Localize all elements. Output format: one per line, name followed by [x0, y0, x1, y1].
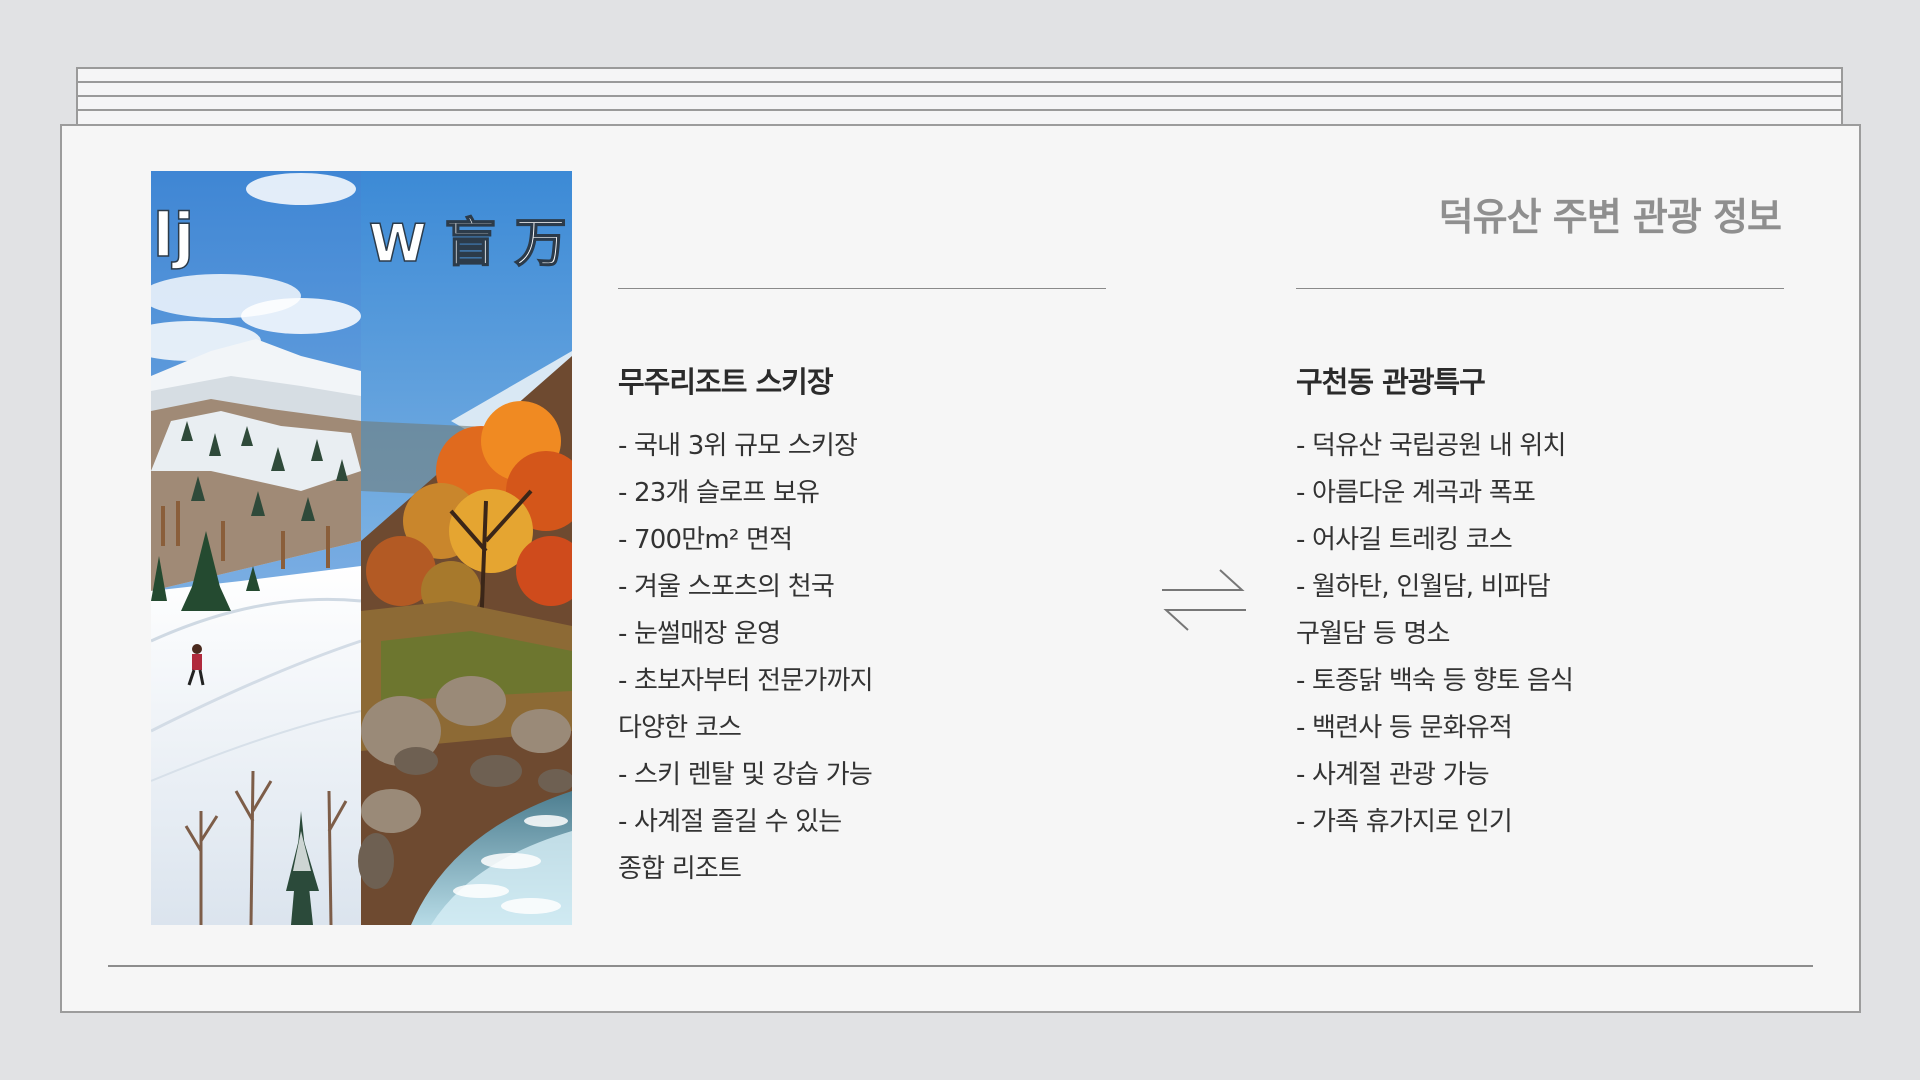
list-item: - 월하탄, 인월담, 비파담: [1296, 572, 1551, 602]
list-item: - 23개 슬로프 보유: [618, 478, 820, 508]
list-item: - 사계절 즐길 수 있는: [618, 807, 842, 837]
list-item: - 토종닭 백숙 등 향토 음식: [1296, 666, 1574, 696]
list-item: - 초보자부터 전문가까지: [618, 666, 874, 696]
list-item: - 스키 렌탈 및 강습 가능: [618, 760, 873, 790]
list-item: - 700만m² 면적: [618, 525, 793, 555]
left-section-list: - 국내 3위 규모 스키장 - 23개 슬로프 보유 - 700만m² 면적 …: [618, 423, 1106, 893]
scenery-photo: lj W 盲 万: [151, 171, 572, 925]
list-item: - 가족 휴가지로 인기: [1296, 807, 1513, 837]
list-item: - 겨울 스포츠의 천국: [618, 572, 835, 602]
list-item: - 덕유산 국립공원 내 위치: [1296, 431, 1566, 461]
bottom-divider: [108, 965, 1813, 967]
list-item: - 어사길 트레킹 코스: [1296, 525, 1513, 555]
page-title: 덕유산 주변 관광 정보: [1438, 195, 1782, 239]
scenery-photo-collage: lj W 盲 万: [151, 171, 572, 925]
list-item: - 국내 3위 규모 스키장: [618, 431, 858, 461]
slide-card: lj W 盲 万 덕유산 주변 관광 정보 무주리조트 스키장 - 국내 3위 …: [60, 124, 1861, 1013]
left-info-column: 무주리조트 스키장 - 국내 3위 규모 스키장 - 23개 슬로프 보유 - …: [618, 288, 1106, 893]
list-item: 다양한 코스: [618, 713, 742, 743]
left-section-heading: 무주리조트 스키장: [618, 365, 834, 399]
section-divider: [618, 288, 1106, 289]
list-item: - 눈썰매장 운영: [618, 619, 781, 649]
photo-overlay-text-right: W 盲 万: [369, 214, 567, 274]
right-info-column: 구천동 관광특구 - 덕유산 국립공원 내 위치 - 아름다운 계곡과 폭포 -…: [1296, 288, 1784, 846]
section-divider: [1296, 288, 1784, 289]
list-item: - 아름다운 계곡과 폭포: [1296, 478, 1536, 508]
right-section-list: - 덕유산 국립공원 내 위치 - 아름다운 계곡과 폭포 - 어사길 트레킹 …: [1296, 423, 1784, 846]
swap-arrows-icon: [1162, 569, 1246, 631]
list-item: - 백련사 등 문화유적: [1296, 713, 1513, 743]
list-item: 종합 리조트: [618, 854, 742, 884]
photo-overlay-text-left: lj: [153, 201, 194, 271]
list-item: 구월담 등 명소: [1296, 619, 1450, 649]
list-item: - 사계절 관광 가능: [1296, 760, 1490, 790]
right-section-heading: 구천동 관광특구: [1296, 365, 1486, 399]
